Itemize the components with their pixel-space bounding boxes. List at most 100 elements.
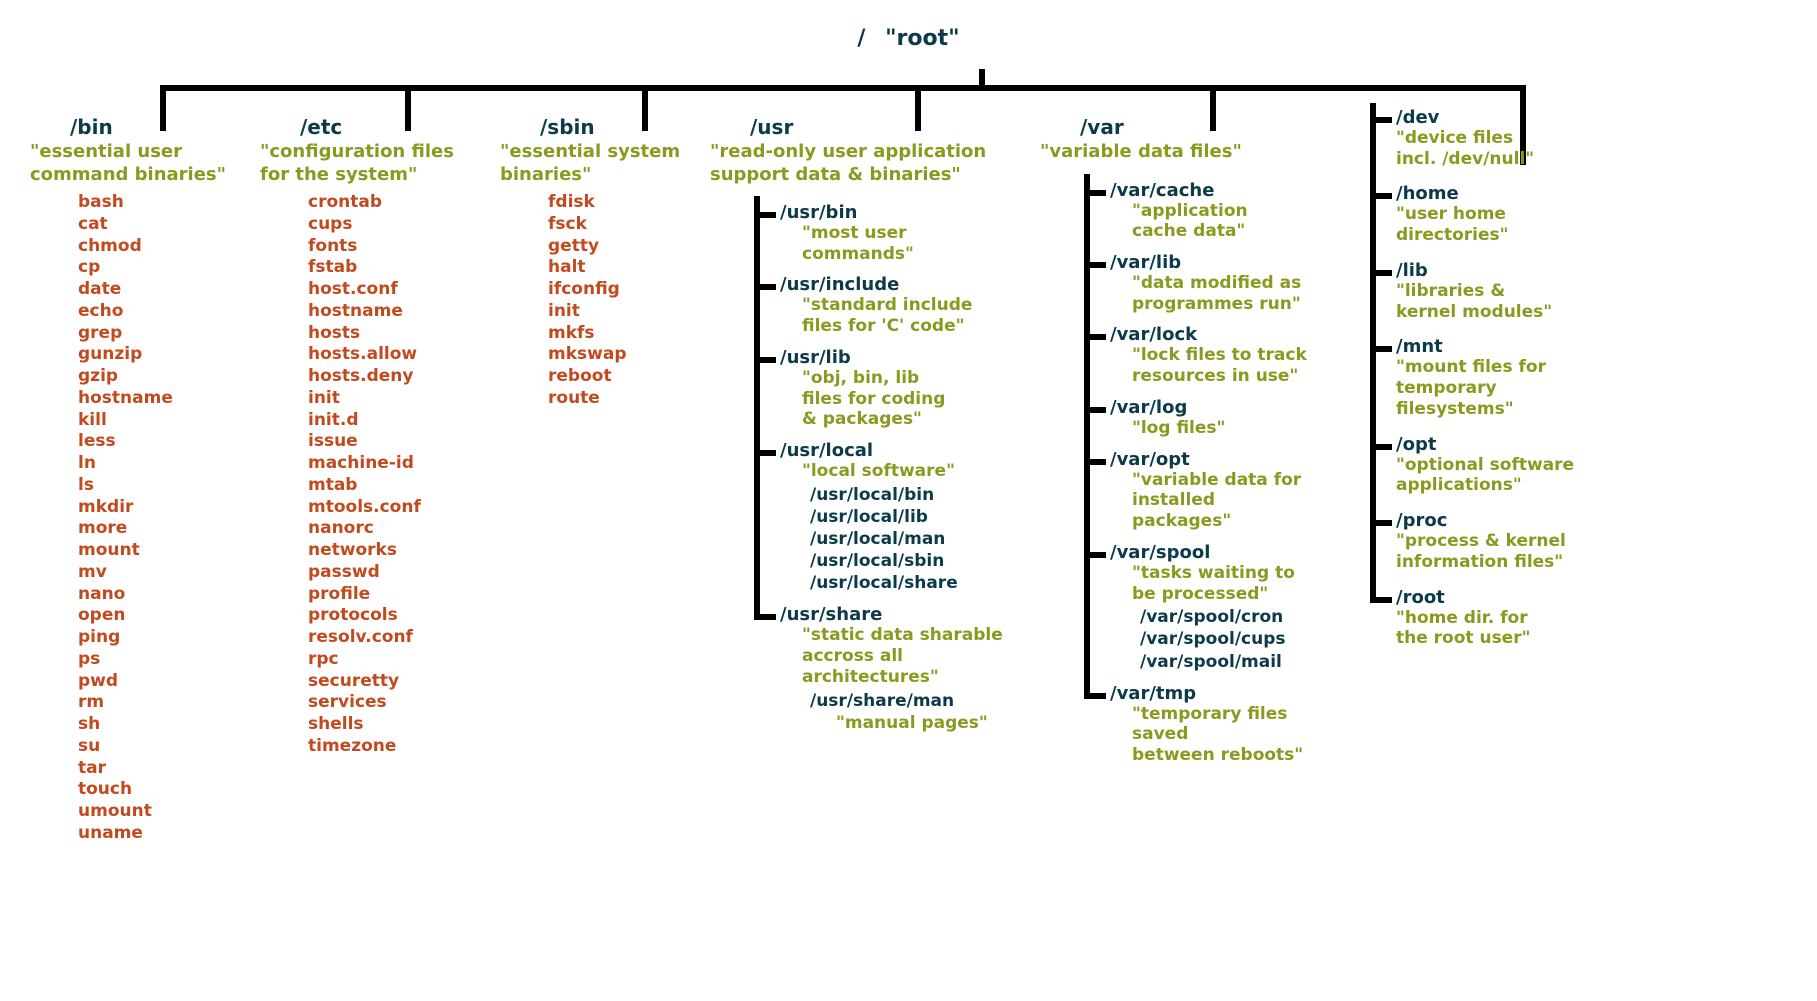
subdir-name: /var/log xyxy=(1110,397,1320,418)
subdir-desc: "device files incl. /dev/null" xyxy=(1396,128,1580,169)
subdir: /var/opt"variable data for installed pac… xyxy=(1110,443,1320,536)
dir-name: /sbin xyxy=(500,115,690,139)
file-item: less xyxy=(78,431,240,453)
dir-column: /bin"essential user command binaries"bas… xyxy=(20,115,250,845)
subdir: /var/lib"data modified as programmes run… xyxy=(1110,246,1320,318)
dir-desc: "essential user command binaries" xyxy=(30,141,240,186)
subdir-desc: "user home directories" xyxy=(1396,204,1580,245)
subdir-desc: "temporary files saved between reboots" xyxy=(1110,704,1320,766)
columns-container: /bin"essential user command binaries"bas… xyxy=(0,91,1817,845)
file-item: bash xyxy=(78,192,240,214)
subdir-name: /usr/share xyxy=(780,604,1020,625)
file-item: getty xyxy=(548,236,690,258)
right-subdir: /home"user home directories" xyxy=(1396,179,1580,255)
file-item: more xyxy=(78,518,240,540)
file-item: host.conf xyxy=(308,279,480,301)
subdir-desc: "local software" xyxy=(780,461,1020,482)
subdir-name: /home xyxy=(1396,183,1580,204)
file-item: ping xyxy=(78,627,240,649)
right-subdir: /dev"device files incl. /dev/null" xyxy=(1396,103,1580,179)
file-item: hostname xyxy=(308,301,480,323)
file-item: crontab xyxy=(308,192,480,214)
subdir-name: /proc xyxy=(1396,510,1580,531)
file-item: date xyxy=(78,279,240,301)
right-subdir: /mnt"mount files for temporary filesyste… xyxy=(1396,332,1580,429)
dir-name: /var xyxy=(1040,115,1320,139)
subdir-name: /opt xyxy=(1396,434,1580,455)
file-item: ps xyxy=(78,649,240,671)
file-item: kill xyxy=(78,410,240,432)
subdir-desc: "home dir. for the root user" xyxy=(1396,608,1580,649)
dir-desc: "read-only user application support data… xyxy=(710,141,1020,186)
file-item: passwd xyxy=(308,562,480,584)
subdir-desc: "static data sharable accross all archit… xyxy=(780,625,1020,687)
file-item: protocols xyxy=(308,605,480,627)
subdir: /var/spool"tasks waiting to be processed… xyxy=(1110,536,1320,677)
subdir-name: /var/cache xyxy=(1110,180,1320,201)
file-item: touch xyxy=(78,779,240,801)
subdir-desc: "libraries & kernel modules" xyxy=(1396,281,1580,322)
subdir-desc: "process & kernel information files" xyxy=(1396,531,1580,572)
subdir-desc: "variable data for installed packages" xyxy=(1110,470,1320,532)
file-list: bashcatchmodcpdateechogrepgunzipgziphost… xyxy=(30,192,240,845)
root-desc: "root" xyxy=(885,26,960,51)
file-item: reboot xyxy=(548,366,690,388)
subdir: /usr/share"static data sharable accross … xyxy=(780,598,1020,737)
file-item: hosts.deny xyxy=(308,366,480,388)
file-item: mv xyxy=(78,562,240,584)
subdir-child: /var/spool/cups xyxy=(1140,628,1320,650)
file-item: uname xyxy=(78,823,240,845)
subdir-child: /usr/local/lib xyxy=(810,506,1020,528)
file-item: grep xyxy=(78,323,240,345)
right-subtree: /dev"device files incl. /dev/null"/home"… xyxy=(1370,103,1580,659)
file-item: open xyxy=(78,605,240,627)
subdir-name: /var/opt xyxy=(1110,449,1320,470)
file-item: gzip xyxy=(78,366,240,388)
dir-desc: "variable data files" xyxy=(1040,141,1320,164)
file-item: echo xyxy=(78,301,240,323)
file-item: ls xyxy=(78,475,240,497)
file-item: hosts xyxy=(308,323,480,345)
subdir-children: /usr/share/man"manual pages" xyxy=(780,690,1020,734)
file-item: su xyxy=(78,736,240,758)
subdir-child: /usr/local/share xyxy=(810,572,1020,594)
dir-column: /etc"configuration files for the system"… xyxy=(250,115,490,758)
subdir-desc: "tasks waiting to be processed" xyxy=(1110,563,1320,604)
file-item: umount xyxy=(78,801,240,823)
subdir: /var/tmp"temporary files saved between r… xyxy=(1110,677,1320,770)
file-item: hosts.allow xyxy=(308,344,480,366)
file-item: init.d xyxy=(308,410,480,432)
file-item: services xyxy=(308,692,480,714)
file-item: cp xyxy=(78,257,240,279)
subdir-desc: "lock files to track resources in use" xyxy=(1110,345,1320,386)
root-tick xyxy=(979,69,985,85)
file-item: shells xyxy=(308,714,480,736)
file-item: resolv.conf xyxy=(308,627,480,649)
subdir-name: /usr/include xyxy=(780,274,1020,295)
subdir-name: /root xyxy=(1396,587,1580,608)
file-item: route xyxy=(548,388,690,410)
file-item: sh xyxy=(78,714,240,736)
file-item: ifconfig xyxy=(548,279,690,301)
file-item: init xyxy=(308,388,480,410)
subdir-desc: "standard include files for 'C' code" xyxy=(780,295,1020,336)
subdir: /usr/lib"obj, bin, lib files for coding … xyxy=(780,341,1020,434)
file-item: fstab xyxy=(308,257,480,279)
subdir-child-desc: "manual pages" xyxy=(810,712,1020,734)
subdir: /var/log"log files" xyxy=(1110,391,1320,443)
right-subdir: /opt"optional software applications" xyxy=(1396,430,1580,506)
subdir-child: /var/spool/mail xyxy=(1140,651,1320,673)
dir-name: /etc xyxy=(260,115,480,139)
file-item: mount xyxy=(78,540,240,562)
file-item: issue xyxy=(308,431,480,453)
subdir-children: /var/spool/cron/var/spool/cups/var/spool… xyxy=(1110,606,1320,672)
file-item: cat xyxy=(78,214,240,236)
file-item: fdisk xyxy=(548,192,690,214)
file-item: mtools.conf xyxy=(308,497,480,519)
subdir-child: /usr/local/sbin xyxy=(810,550,1020,572)
right-subdir: /root"home dir. for the root user" xyxy=(1396,583,1580,659)
subdir-name: /dev xyxy=(1396,107,1580,128)
file-item: fsck xyxy=(548,214,690,236)
dir-desc: "essential system binaries" xyxy=(500,141,690,186)
right-subdir: /lib"libraries & kernel modules" xyxy=(1396,256,1580,332)
